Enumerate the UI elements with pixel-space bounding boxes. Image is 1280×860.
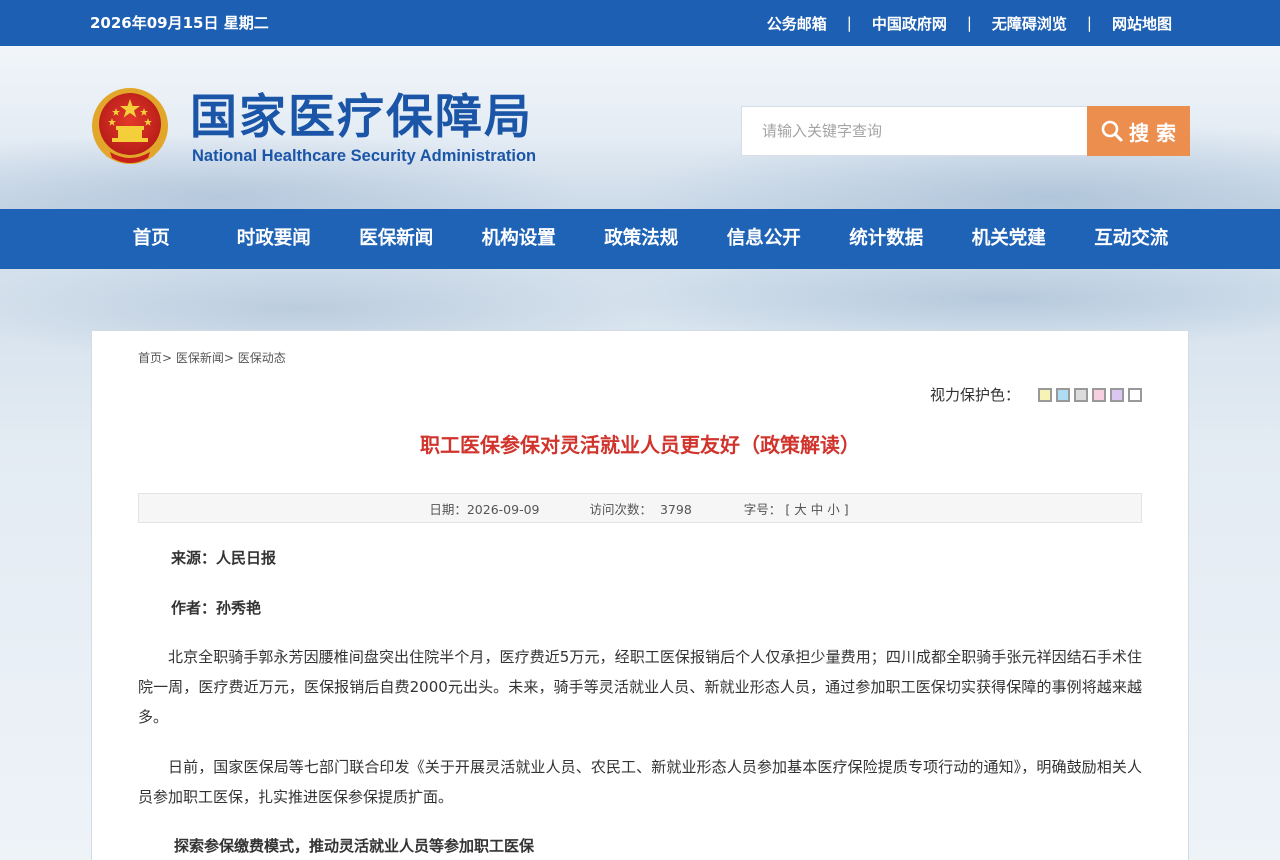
font-size-bracket-open: [	[785, 501, 791, 517]
font-size-control: 字号：[大中小]	[742, 499, 851, 518]
nav-item-organization[interactable]: 机构设置	[458, 209, 581, 269]
top-link-separator: |	[966, 14, 972, 32]
article-source: 来源：人民日报	[171, 549, 277, 567]
article-paragraph: 北京全职骑手郭永芳因腰椎间盘突出住院半个月，医疗费近5万元，经职工医保报销后个人…	[138, 648, 1142, 726]
article-meta: 日期：2026-09-09 访问次数： 3798 字号：[大中小]	[138, 493, 1142, 523]
font-size-large[interactable]: 大	[794, 502, 807, 517]
nav-item-disclosure[interactable]: 信息公开	[703, 209, 826, 269]
nav-item-home[interactable]: 首页	[90, 209, 213, 269]
top-link-accessibility[interactable]: 无障碍浏览	[992, 13, 1067, 34]
nav-item-news[interactable]: 医保新闻	[335, 209, 458, 269]
article-date: 日期：2026-09-09	[429, 499, 539, 518]
breadcrumb-news[interactable]: 医保新闻>	[176, 351, 234, 365]
top-link-separator: |	[846, 14, 852, 32]
search-button-label: 搜 索	[1129, 120, 1176, 145]
search-bar: 搜 索	[741, 106, 1190, 156]
font-size-small[interactable]: 小	[827, 502, 840, 517]
font-size-bracket-close: ]	[843, 501, 849, 517]
breadcrumb: 首页> 医保新闻> 医保动态	[138, 349, 286, 366]
search-icon	[1101, 120, 1123, 142]
top-bar: 2026年09月15日 星期二 公务邮箱 | 中国政府网 | 无障碍浏览 | 网…	[0, 0, 1280, 46]
article-visits-value: 3798	[659, 501, 692, 517]
article-author: 作者：孙秀艳	[171, 599, 262, 617]
site-logo-english[interactable]: National Healthcare Security Administrat…	[192, 147, 536, 166]
color-swatch-gray[interactable]	[1074, 387, 1088, 402]
nav-item-policy[interactable]: 政策法规	[580, 209, 703, 269]
vision-protection-label: 视力保护色：	[929, 386, 1020, 404]
article-visits-label: 访问次数：	[589, 501, 653, 517]
article-card: 首页> 医保新闻> 医保动态 视力保护色： 职工医保参保对灵活就业人员更友好（政…	[91, 330, 1189, 860]
search-button[interactable]: 搜 索	[1087, 106, 1190, 156]
search-input[interactable]	[741, 106, 1087, 156]
breadcrumb-dynamics[interactable]: 医保动态	[238, 351, 286, 365]
top-link-separator: |	[1086, 14, 1092, 32]
national-emblem-icon[interactable]	[90, 86, 170, 170]
top-link-gov[interactable]: 中国政府网	[872, 13, 947, 34]
main-nav: 首页 时政要闻 医保新闻 机构设置 政策法规 信息公开 统计数据 机关党建 互动…	[0, 209, 1280, 269]
color-swatch-purple[interactable]	[1110, 387, 1124, 402]
top-link-mail[interactable]: 公务邮箱	[767, 13, 827, 34]
article-title: 职工医保参保对灵活就业人员更友好（政策解读）	[420, 433, 860, 457]
font-size-label: 字号：	[743, 501, 782, 517]
nav-item-statistics[interactable]: 统计数据	[825, 209, 948, 269]
current-date: 2026年09月15日 星期二	[90, 14, 269, 32]
nav-item-party[interactable]: 机关党建	[948, 209, 1071, 269]
color-swatch-yellow[interactable]	[1038, 387, 1052, 402]
top-link-sitemap[interactable]: 网站地图	[1112, 13, 1172, 34]
site-logo-chinese[interactable]: 国家医疗保障局	[190, 90, 533, 146]
breadcrumb-home[interactable]: 首页>	[138, 351, 172, 365]
vision-protection: 视力保护色：	[930, 384, 1142, 405]
article-date-value: 2026-09-09	[466, 501, 540, 517]
font-size-medium[interactable]: 中	[811, 502, 824, 517]
color-swatch-blue[interactable]	[1056, 387, 1070, 402]
nav-item-interaction[interactable]: 互动交流	[1070, 209, 1193, 269]
color-swatch-pink[interactable]	[1092, 387, 1106, 402]
article-paragraph: 日前，国家医保局等七部门联合印发《关于开展灵活就业人员、农民工、新就业形态人员参…	[138, 758, 1142, 806]
article-visits: 访问次数： 3798	[590, 499, 692, 518]
site-header: 国家医疗保障局 National Healthcare Security Adm…	[0, 46, 1280, 209]
top-links: 公务邮箱 | 中国政府网 | 无障碍浏览 | 网站地图	[767, 0, 1172, 46]
article-subheading: 探索参保缴费模式，推动灵活就业人员等参加职工医保	[174, 837, 535, 855]
article-date-label: 日期：	[429, 501, 467, 517]
color-swatch-white[interactable]	[1128, 387, 1142, 402]
nav-item-politics[interactable]: 时政要闻	[213, 209, 336, 269]
